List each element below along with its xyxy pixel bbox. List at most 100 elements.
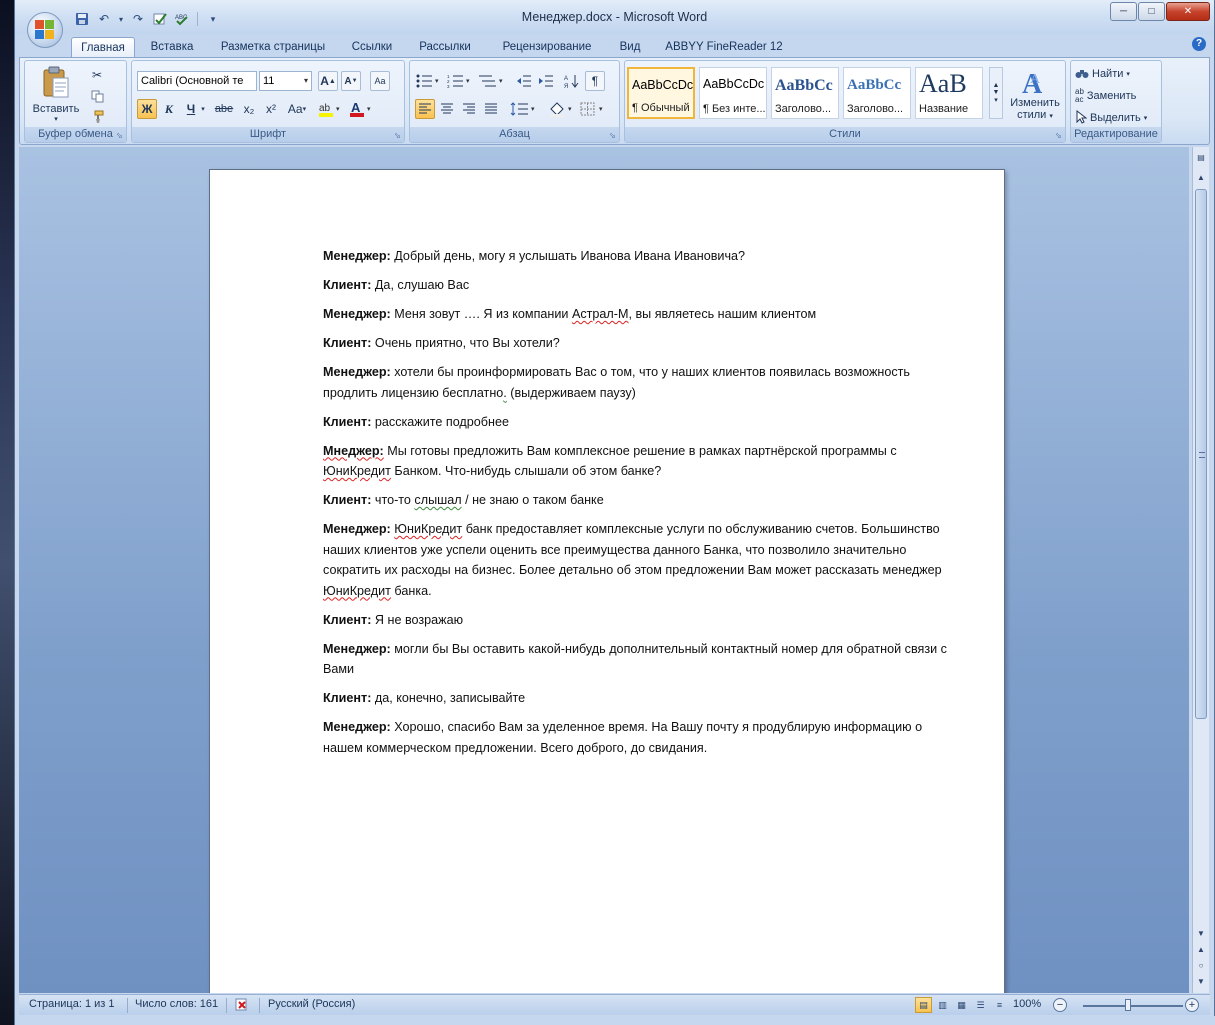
highlight-color-button[interactable]: ab ▾: [316, 99, 344, 119]
paragraph-text: расскажите подробнее: [371, 414, 509, 429]
bold-button[interactable]: Ж: [137, 99, 157, 119]
scroll-down-icon[interactable]: ▼: [1193, 927, 1209, 941]
style-heading-2[interactable]: AaBbCc Заголово...: [843, 67, 911, 119]
page-count-status[interactable]: Страница: 1 из 1: [29, 998, 115, 1010]
format-painter-icon[interactable]: [87, 107, 107, 127]
draft-view-icon[interactable]: ≡: [991, 997, 1008, 1013]
paragraph-launcher-icon[interactable]: ⬂: [609, 131, 616, 140]
tab-mailings[interactable]: Рассылки: [411, 37, 479, 58]
copy-icon[interactable]: [87, 86, 107, 106]
style-no-spacing[interactable]: AaBbCcDc ¶ Без инте...: [699, 67, 767, 119]
styles-down-icon[interactable]: ▼: [993, 89, 1000, 96]
clipboard-launcher-icon[interactable]: ⬂: [116, 131, 123, 140]
language-status[interactable]: Русский (Россия): [268, 998, 355, 1010]
borders-icon[interactable]: ▾: [579, 99, 609, 119]
font-color-button[interactable]: A ▾: [347, 99, 375, 119]
previous-page-icon[interactable]: ▲: [1193, 943, 1209, 957]
status-separator: [226, 998, 227, 1013]
underline-dropdown-icon[interactable]: ▾: [198, 99, 208, 119]
select-button[interactable]: Выделить ▾: [1075, 109, 1159, 127]
italic-button[interactable]: К: [159, 99, 179, 119]
font-size-combo[interactable]: 11 ▾: [259, 71, 312, 91]
font-launcher-icon[interactable]: ⬂: [394, 131, 401, 140]
maximize-button[interactable]: □: [1138, 2, 1165, 21]
multilevel-list-icon[interactable]: ▾: [477, 71, 507, 91]
highlight-icon: ab ▾: [319, 103, 340, 117]
help-icon[interactable]: ?: [1192, 37, 1206, 51]
superscript-button[interactable]: x²: [261, 99, 281, 119]
svg-text:▾: ▾: [568, 106, 572, 113]
grow-font-icon[interactable]: A ▲: [318, 71, 338, 91]
tab-home[interactable]: Главная: [71, 37, 135, 58]
ribbon-tabs: Главная Вставка Разметка страницы Ссылки…: [15, 34, 1214, 58]
decrease-indent-icon[interactable]: [514, 71, 534, 91]
align-left-icon[interactable]: [415, 99, 435, 119]
tab-review[interactable]: Рецензирование: [491, 37, 603, 58]
show-marks-icon[interactable]: ¶: [585, 71, 605, 91]
vertical-scrollbar[interactable]: ▤ ▲ ▼ ▲ ○ ▼: [1192, 147, 1209, 993]
print-layout-view-icon[interactable]: ▤: [915, 997, 932, 1013]
replace-button[interactable]: ab ac Заменить: [1075, 87, 1159, 105]
document-page[interactable]: Менеджер: Добрый день, могу я услышать И…: [209, 169, 1005, 993]
style-normal[interactable]: AaBbCcDc ¶ Обычный: [627, 67, 695, 119]
line-spacing-icon[interactable]: ▾: [509, 99, 539, 119]
svg-text:▾: ▾: [499, 78, 503, 85]
cut-icon[interactable]: ✂: [87, 65, 107, 85]
styles-scroll[interactable]: ▲ ▼ ▾: [989, 67, 1003, 119]
styles-launcher-icon[interactable]: ⬂: [1055, 131, 1062, 140]
browse-object-icon[interactable]: ○: [1193, 959, 1209, 973]
tab-insert[interactable]: Вставка: [141, 37, 203, 58]
numbering-icon[interactable]: 1 2 3 ▾: [446, 71, 474, 91]
strikethrough-button[interactable]: abe: [211, 99, 237, 119]
font-name-combo[interactable]: Calibri (Основной те: [137, 71, 257, 91]
close-button[interactable]: ✕: [1166, 2, 1210, 21]
tab-abbyy[interactable]: ABBYY FineReader 12: [660, 37, 788, 58]
ruler-toggle-icon[interactable]: ▤: [1193, 151, 1209, 165]
change-styles-button[interactable]: AA Изменить стили ▾: [1007, 63, 1063, 125]
increase-indent-icon[interactable]: [536, 71, 556, 91]
speaker-label: Клиент:: [323, 414, 372, 429]
zoom-slider-track[interactable]: [1083, 1005, 1183, 1007]
style-heading-1[interactable]: AaBbCc Заголово...: [771, 67, 839, 119]
dialogue-paragraph: Клиент: что-то слышал / не знаю о таком …: [323, 490, 953, 511]
styles-more-icon[interactable]: ▾: [994, 96, 998, 104]
shading-icon[interactable]: ▾: [547, 99, 577, 119]
document-body[interactable]: Менеджер: Добрый день, могу я услышать И…: [323, 246, 953, 767]
next-page-icon[interactable]: ▼: [1193, 975, 1209, 989]
svg-text:▾: ▾: [435, 78, 439, 85]
full-screen-reading-view-icon[interactable]: ▥: [934, 997, 951, 1013]
proofing-icon[interactable]: [234, 998, 250, 1015]
zoom-out-icon[interactable]: −: [1053, 998, 1067, 1012]
word-count-status[interactable]: Число слов: 161: [135, 998, 218, 1010]
svg-text:▾: ▾: [599, 106, 603, 113]
zoom-level[interactable]: 100%: [1013, 998, 1041, 1010]
align-center-icon[interactable]: [437, 99, 457, 119]
clear-formatting-icon[interactable]: Aa: [370, 71, 390, 91]
outline-view-icon[interactable]: ☰: [972, 997, 989, 1013]
find-button[interactable]: Найти ▾: [1075, 65, 1159, 83]
paste-button[interactable]: Вставить ▾: [31, 63, 81, 125]
zoom-in-icon[interactable]: +: [1185, 998, 1199, 1012]
styles-up-icon[interactable]: ▲: [993, 82, 1000, 89]
speaker-label: Менеджер:: [323, 307, 391, 321]
scroll-up-icon[interactable]: ▲: [1193, 171, 1209, 185]
web-layout-view-icon[interactable]: ▦: [953, 997, 970, 1013]
minimize-button[interactable]: ─: [1110, 2, 1137, 21]
justify-icon[interactable]: [481, 99, 501, 119]
sort-icon[interactable]: АЯ: [562, 71, 582, 91]
desktop-background: [0, 0, 14, 1025]
zoom-slider-thumb[interactable]: [1125, 999, 1131, 1011]
bullets-icon[interactable]: ▾: [415, 71, 443, 91]
shrink-font-icon[interactable]: A ▼: [341, 71, 361, 91]
change-case-button[interactable]: Aa ▾: [284, 99, 310, 119]
style-title[interactable]: AaB Название: [915, 67, 983, 119]
status-separator: [127, 998, 128, 1013]
scroll-thumb[interactable]: [1195, 189, 1207, 719]
align-right-icon[interactable]: [459, 99, 479, 119]
tab-references[interactable]: Ссылки: [344, 37, 400, 58]
tab-page-layout[interactable]: Разметка страницы: [212, 37, 334, 58]
subscript-button[interactable]: x₂: [239, 99, 259, 119]
tab-view[interactable]: Вид: [613, 37, 647, 58]
dialogue-paragraph: Мнеджер: Мы готовы предложить Вам компле…: [323, 441, 953, 482]
office-button[interactable]: [27, 12, 63, 48]
